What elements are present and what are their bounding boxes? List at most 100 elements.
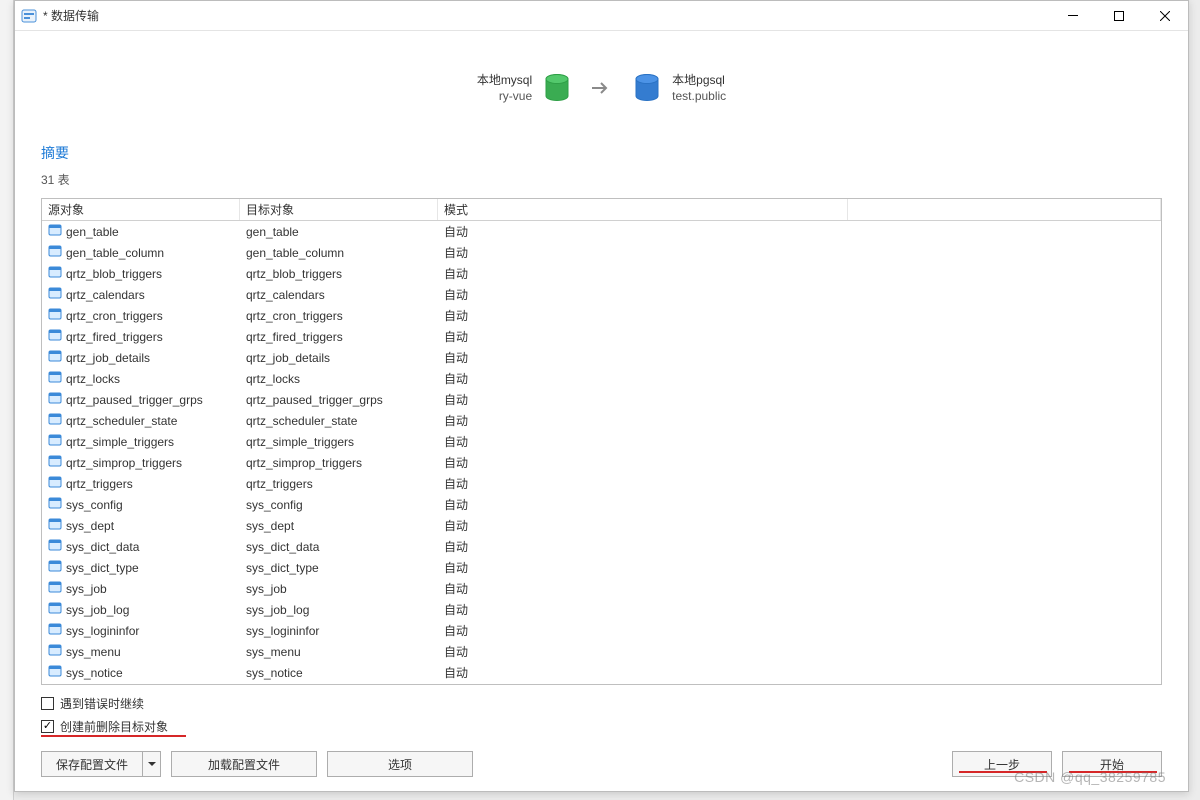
mode-value: 自动 [444, 244, 468, 261]
col-header-source[interactable]: 源对象 [42, 199, 240, 220]
table-icon [48, 601, 62, 618]
table-row[interactable]: sys_dict_datasys_dict_data自动 [42, 536, 1161, 557]
mode-value: 自动 [444, 454, 468, 471]
close-button[interactable] [1142, 1, 1188, 30]
mode-value: 自动 [444, 223, 468, 240]
table-icon [48, 370, 62, 387]
target-object-name: sys_config [246, 498, 303, 512]
table-row[interactable]: sys_logininforsys_logininfor自动 [42, 620, 1161, 641]
window-title: * 数据传输 [43, 7, 99, 24]
mode-value: 自动 [444, 286, 468, 303]
table-row[interactable]: qrtz_blob_triggersqrtz_blob_triggers自动 [42, 263, 1161, 284]
table-icon [48, 475, 62, 492]
source-object-name: gen_table_column [66, 246, 164, 260]
table-icon [48, 265, 62, 282]
table-row[interactable]: qrtz_fired_triggersqrtz_fired_triggers自动 [42, 326, 1161, 347]
drop-before-create-label: 创建前删除目标对象 [60, 718, 168, 735]
target-object-name: qrtz_blob_triggers [246, 267, 342, 281]
table-icon [48, 244, 62, 261]
table-row[interactable]: qrtz_simple_triggersqrtz_simple_triggers… [42, 431, 1161, 452]
source-object-name: qrtz_locks [66, 372, 120, 386]
arrow-right-icon [592, 78, 612, 98]
table-row[interactable]: qrtz_paused_trigger_grpsqrtz_paused_trig… [42, 389, 1161, 410]
source-object-name: qrtz_cron_triggers [66, 309, 163, 323]
transfer-diagram: 本地mysql ry-vue [41, 45, 1162, 131]
source-db-name: 本地mysql [477, 72, 532, 88]
source-object-name: qrtz_calendars [66, 288, 145, 302]
mode-value: 自动 [444, 496, 468, 513]
mode-value: 自动 [444, 265, 468, 282]
table-row[interactable]: sys_config sys_config 自动 [42, 494, 1161, 515]
mode-value: 自动 [444, 433, 468, 450]
table-row[interactable]: sys_oper_logsys_oper_log自动 [42, 683, 1161, 684]
minimize-button[interactable] [1050, 1, 1096, 30]
target-object-name: qrtz_calendars [246, 288, 325, 302]
table-row[interactable]: sys_dict_typesys_dict_type自动 [42, 557, 1161, 578]
table-row[interactable]: sys_jobsys_job自动 [42, 578, 1161, 599]
source-object-name: qrtz_simprop_triggers [66, 456, 182, 470]
table-row[interactable]: gen_table_columngen_table_column自动 [42, 242, 1161, 263]
source-object-name: qrtz_simple_triggers [66, 435, 174, 449]
source-object-name: qrtz_scheduler_state [66, 414, 177, 428]
table-icon [48, 433, 62, 450]
table-icon [48, 643, 62, 660]
table-row[interactable]: qrtz_triggers qrtz_triggers 自动 [42, 473, 1161, 494]
drop-before-create-checkbox[interactable]: 创建前删除目标对象 [41, 718, 1162, 735]
table-icon [48, 223, 62, 240]
continue-on-error-checkbox[interactable]: 遇到错误时继续 [41, 695, 1162, 712]
table-row[interactable]: gen_table gen_table 自动 [42, 221, 1161, 242]
table-row[interactable]: sys_deptsys_dept自动 [42, 515, 1161, 536]
mode-value: 自动 [444, 664, 468, 681]
load-profile-button[interactable]: 加载配置文件 [171, 751, 317, 777]
table-icon [48, 412, 62, 429]
previous-button[interactable]: 上一步 [952, 751, 1052, 777]
table-row[interactable]: qrtz_locksqrtz_locks自动 [42, 368, 1161, 389]
source-db-schema: ry-vue [477, 88, 532, 104]
target-object-name: sys_notice [246, 666, 303, 680]
mode-value: 自动 [444, 517, 468, 534]
source-object-name: gen_table [66, 225, 119, 239]
source-object-name: sys_config [66, 498, 123, 512]
table-icon [48, 559, 62, 576]
source-object-name: sys_logininfor [66, 624, 139, 638]
target-object-name: sys_logininfor [246, 624, 319, 638]
background-strip [0, 0, 14, 800]
table-icon [48, 328, 62, 345]
table-row[interactable]: sys_job_logsys_job_log自动 [42, 599, 1161, 620]
footer-buttons: 保存配置文件 加载配置文件 选项 上一步 开始 [41, 751, 1162, 777]
table-icon [48, 517, 62, 534]
save-profile-button[interactable]: 保存配置文件 [41, 751, 161, 777]
table-row[interactable]: qrtz_job_detailsqrtz_job_details自动 [42, 347, 1161, 368]
target-object-name: gen_table [246, 225, 299, 239]
mode-value: 自动 [444, 391, 468, 408]
save-profile-dropdown-icon[interactable] [142, 752, 160, 776]
target-object-name: qrtz_triggers [246, 477, 313, 491]
start-button[interactable]: 开始 [1062, 751, 1162, 777]
table-icon [48, 538, 62, 555]
col-header-target[interactable]: 目标对象 [240, 199, 438, 220]
source-object-name: qrtz_triggers [66, 477, 133, 491]
annotation-underline [1069, 771, 1157, 773]
table-body[interactable]: gen_table gen_table 自动 gen_table_column gen_… [42, 221, 1161, 684]
table-row[interactable]: qrtz_scheduler_stateqrtz_scheduler_state… [42, 410, 1161, 431]
maximize-button[interactable] [1096, 1, 1142, 30]
source-object-name: qrtz_fired_triggers [66, 330, 163, 344]
table-row[interactable]: qrtz_cron_triggersqrtz_cron_triggers自动 [42, 305, 1161, 326]
target-object-name: qrtz_fired_triggers [246, 330, 343, 344]
table-icon [48, 622, 62, 639]
table-icon [48, 664, 62, 681]
table-row[interactable]: qrtz_calendars qrtz_calendars 自动 [42, 284, 1161, 305]
options-button[interactable]: 选项 [327, 751, 473, 777]
table-icon [48, 307, 62, 324]
table-row[interactable]: sys_menusys_menu自动 [42, 641, 1161, 662]
source-object-name: sys_job_log [66, 603, 129, 617]
table-row[interactable]: sys_noticesys_notice自动 [42, 662, 1161, 683]
target-object-name: sys_dept [246, 519, 294, 533]
col-header-mode[interactable]: 模式 [438, 199, 848, 220]
data-transfer-window: * 数据传输 本地mysql ry-vue [14, 0, 1189, 792]
table-row[interactable]: qrtz_simprop_triggersqrtz_simprop_trigge… [42, 452, 1161, 473]
table-icon [48, 391, 62, 408]
summary-title: 摘要 [41, 143, 1162, 163]
mode-value: 自动 [444, 349, 468, 366]
mode-value: 自动 [444, 475, 468, 492]
